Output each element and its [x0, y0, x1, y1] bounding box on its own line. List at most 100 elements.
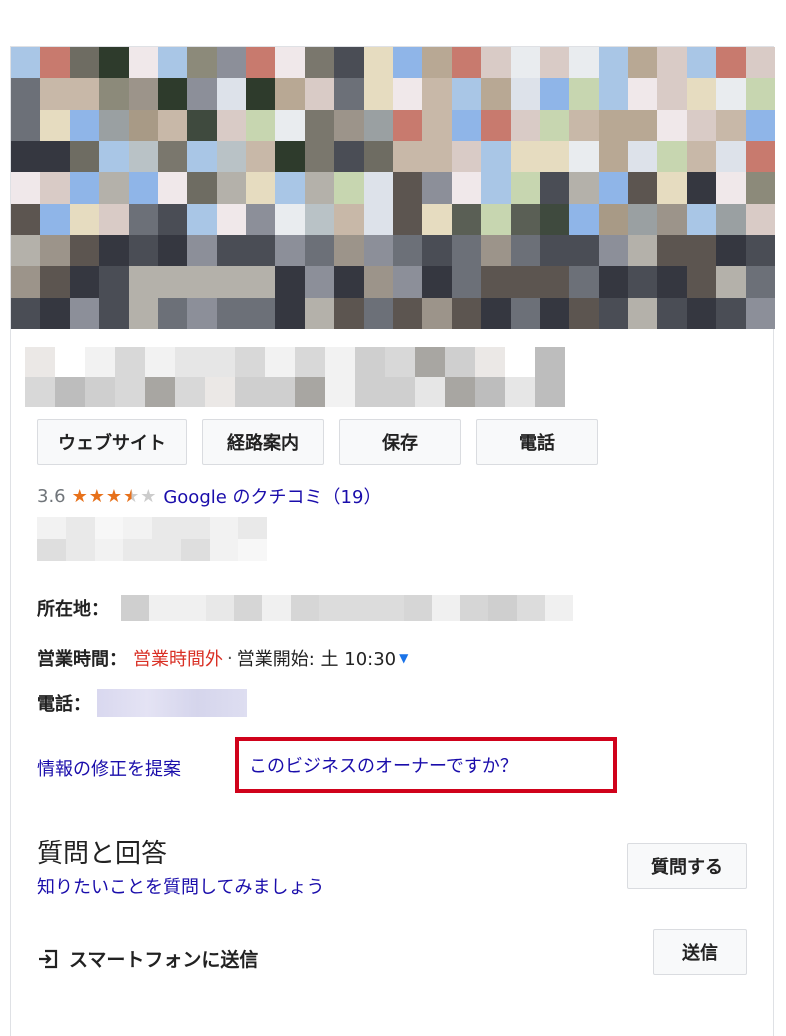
photo-tile	[745, 109, 775, 141]
phone-label: 電話：	[37, 694, 91, 715]
redaction-tile	[355, 377, 385, 407]
photo-tile	[11, 172, 41, 204]
photo-tile	[187, 78, 217, 110]
photo-tile	[539, 297, 570, 329]
photo-tile	[246, 47, 276, 79]
photo-tile	[40, 141, 70, 173]
hours-row: 営業時間： 営業時間外 · 営業開始: 土 10:30 ▼	[37, 645, 408, 671]
redaction-tile	[505, 377, 535, 407]
photo-tile	[539, 141, 570, 173]
photo-tile	[246, 235, 276, 267]
rating-value: 3.6	[37, 485, 66, 507]
business-photo[interactable]	[11, 47, 775, 329]
redaction-tile	[535, 377, 565, 407]
chevron-down-icon[interactable]: ▼	[399, 651, 408, 665]
photo-tile	[686, 235, 717, 267]
suggest-edit-link[interactable]: 情報の修正を提案	[37, 755, 181, 781]
photo-tile	[157, 266, 188, 298]
photo-tile	[187, 203, 217, 235]
photo-tile	[745, 203, 775, 235]
photo-tile	[246, 78, 276, 110]
photo-tile	[275, 203, 305, 235]
redaction-tile	[25, 347, 55, 377]
reviews-link[interactable]: Google のクチコミ（19）	[163, 483, 381, 509]
photo-tile	[422, 266, 452, 298]
highlight-box: このビジネスのオーナーですか？	[235, 737, 617, 793]
redaction-tile	[175, 377, 205, 407]
photo-tile	[745, 78, 775, 110]
photo-tile	[99, 235, 129, 267]
separator: ·	[227, 647, 233, 669]
knowledge-panel: ウェブサイト 経路案内 保存 電話 3.6 ★★★★★ Google のクチコミ…	[10, 46, 775, 1036]
photo-tile	[187, 297, 217, 329]
redaction-tile	[209, 539, 239, 561]
photo-tile	[69, 266, 100, 298]
photo-tile	[304, 47, 335, 79]
photo-tile	[510, 78, 540, 110]
photo-tile	[187, 235, 217, 267]
photo-tile	[686, 109, 717, 141]
redaction-tile	[149, 595, 178, 621]
redaction-tile	[403, 595, 432, 621]
photo-tile	[422, 203, 452, 235]
photo-tile	[246, 297, 276, 329]
photo-tile	[510, 47, 540, 79]
photo-tile	[216, 47, 247, 79]
directions-button[interactable]: 経路案内	[202, 419, 324, 465]
photo-tile	[69, 297, 100, 329]
call-button[interactable]: 電話	[476, 419, 598, 465]
photo-tile	[569, 203, 599, 235]
photo-tile	[716, 297, 746, 329]
redaction-tile	[145, 377, 175, 407]
redaction-tile	[180, 539, 210, 561]
photo-tile	[246, 203, 276, 235]
photo-tile	[686, 141, 717, 173]
redaction-tile	[415, 347, 445, 377]
photo-tile	[598, 172, 629, 204]
photo-tile	[363, 297, 393, 329]
photo-tile	[128, 109, 158, 141]
photo-tile	[598, 141, 629, 173]
send-button[interactable]: 送信	[653, 929, 747, 975]
photo-tile	[569, 78, 599, 110]
redaction-tile	[325, 347, 355, 377]
phone-number-redacted[interactable]	[97, 689, 247, 717]
photo-tile	[363, 266, 393, 298]
photo-tile	[99, 47, 129, 79]
star-icon: ★	[105, 485, 124, 507]
redaction-tile	[347, 595, 376, 621]
photo-tile	[246, 172, 276, 204]
own-business-link[interactable]: このビジネスのオーナーですか？	[249, 752, 518, 778]
redaction-tile	[516, 595, 545, 621]
photo-tile	[304, 266, 335, 298]
redaction-tile	[265, 377, 295, 407]
address-row: 所在地：	[37, 595, 573, 621]
photo-tile	[745, 141, 775, 173]
photo-tile	[99, 203, 129, 235]
photo-tile	[157, 141, 188, 173]
star-icon: ★	[123, 485, 141, 507]
photo-tile	[422, 172, 452, 204]
photo-tile	[422, 109, 452, 141]
photo-tile	[598, 47, 629, 79]
hours-label: 営業時間：	[37, 649, 127, 670]
redaction-tile	[265, 347, 295, 377]
photo-tile	[69, 47, 100, 79]
photo-tile	[11, 109, 41, 141]
photo-tile	[69, 203, 100, 235]
qa-heading: 質問と回答	[37, 839, 168, 869]
photo-tile	[334, 141, 364, 173]
photo-tile	[569, 141, 599, 173]
photo-tile	[363, 172, 393, 204]
photo-tile	[275, 141, 305, 173]
photo-tile	[510, 266, 540, 298]
website-button[interactable]: ウェブサイト	[37, 419, 187, 465]
save-button[interactable]: 保存	[339, 419, 461, 465]
ask-question-link[interactable]: 知りたいことを質問してみましょう	[37, 873, 324, 899]
category-redacted	[37, 517, 267, 561]
photo-tile	[481, 172, 511, 204]
ask-question-button[interactable]: 質問する	[627, 843, 747, 889]
phone-row: 電話：	[37, 689, 247, 717]
photo-tile	[157, 47, 188, 79]
hours-next-open[interactable]: 営業開始: 土 10:30	[237, 645, 396, 671]
